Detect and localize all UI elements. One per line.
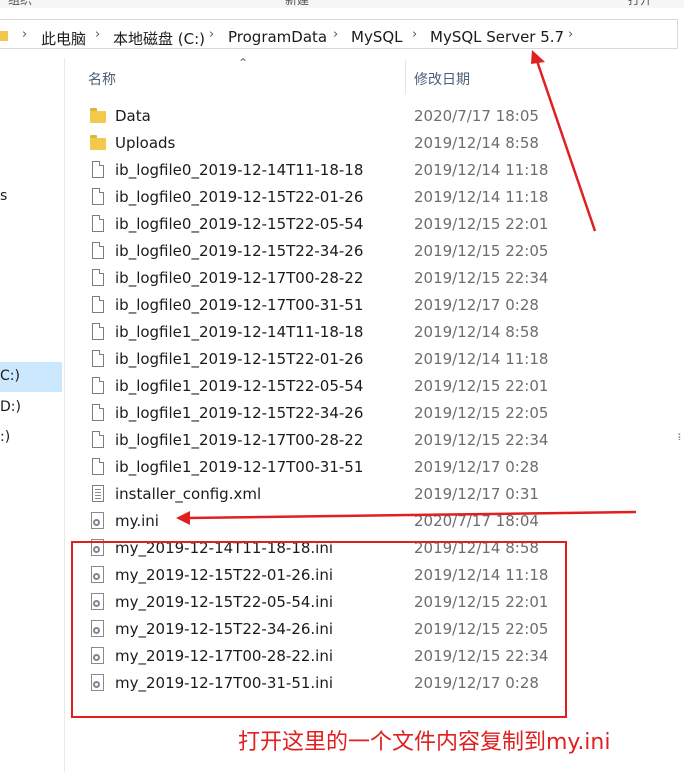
arrowhead-address (531, 50, 545, 64)
arrow-to-myini (185, 510, 637, 520)
annotation-note: 打开这里的一个文件内容复制到my.ini (238, 730, 611, 755)
annotation-arrows (176, 50, 637, 525)
arrowhead-myini (176, 511, 190, 525)
arrow-to-address (534, 57, 597, 232)
